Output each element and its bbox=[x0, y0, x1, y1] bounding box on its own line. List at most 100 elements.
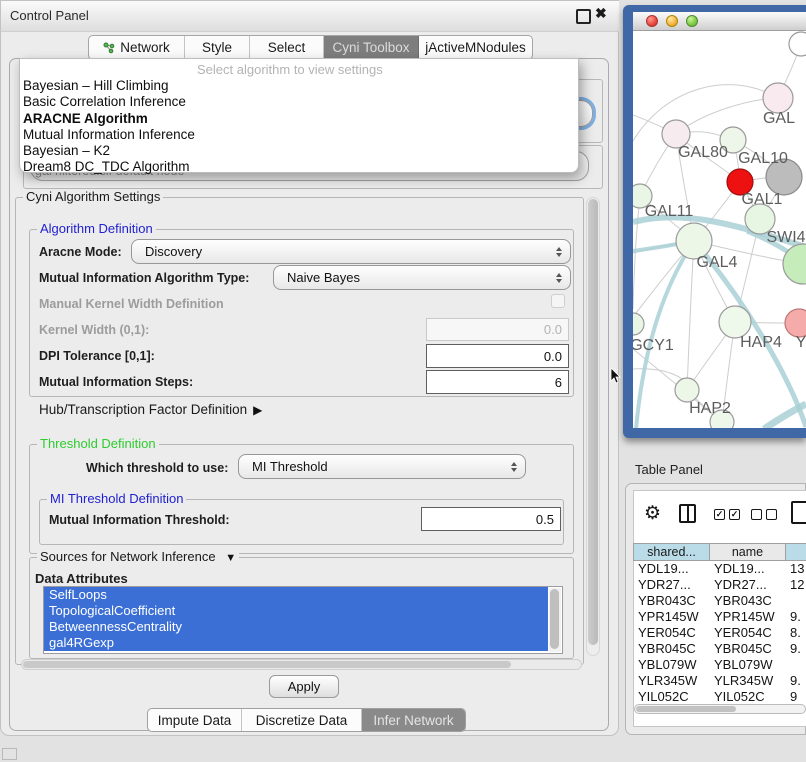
expand-right-icon: ▶ bbox=[253, 403, 262, 417]
network-node-label: GAL4 bbox=[697, 254, 738, 271]
mi-algorithm-type-label: Mutual Information Algorithm Type: bbox=[39, 271, 249, 285]
attribute-list-item[interactable]: TopologicalCoefficient bbox=[44, 603, 548, 619]
table-row[interactable]: YBL079WYBL079W bbox=[633, 657, 806, 673]
table-row[interactable]: YPR145WYPR145W9. bbox=[633, 609, 806, 625]
settings-horizontal-thumb[interactable] bbox=[23, 661, 511, 668]
tab-cyni-toolbox[interactable]: Cyni Toolbox bbox=[324, 36, 419, 59]
mi-algorithm-type-combo[interactable]: Naive Bayes bbox=[273, 265, 571, 290]
table-cell: 9. bbox=[790, 609, 801, 624]
table-horizontal-scrollbar[interactable] bbox=[634, 704, 806, 714]
network-window-titlebar[interactable] bbox=[633, 12, 806, 31]
network-view-window: GALGAL80GAL10GAL1SWI4GAL11GAL4GCY1HAP4YH… bbox=[623, 5, 806, 438]
control-panel-window: Control Panel ✖ Network Style Select bbox=[0, 0, 619, 736]
algorithm-option[interactable]: ARACNE Algorithm bbox=[20, 111, 578, 127]
network-node-label: HAP2 bbox=[689, 400, 731, 417]
network-node-gcy1[interactable] bbox=[633, 313, 644, 335]
network-canvas[interactable]: GALGAL80GAL10GAL1SWI4GAL11GAL4GCY1HAP4YH… bbox=[633, 31, 806, 428]
screen: Control Panel ✖ Network Style Select bbox=[0, 0, 806, 762]
mi-threshold-definition-title: MI Threshold Definition bbox=[47, 492, 186, 505]
algorithm-option[interactable]: Bayesian – K2 bbox=[20, 143, 578, 159]
tab-cyni-toolbox-label: Cyni Toolbox bbox=[332, 40, 409, 55]
tab-network[interactable]: Network bbox=[89, 36, 185, 59]
tab-impute-data[interactable]: Impute Data bbox=[148, 709, 242, 731]
tab-style[interactable]: Style bbox=[185, 36, 250, 59]
column-header-partial[interactable] bbox=[786, 543, 806, 561]
algorithm-option[interactable]: Mutual Information Inference bbox=[20, 127, 578, 143]
cyni-algorithm-settings-title: Cyni Algorithm Settings bbox=[23, 190, 163, 203]
mi-threshold-value: 0.5 bbox=[536, 512, 554, 527]
data-attributes-list[interactable]: SelfLoopsTopologicalCoefficientBetweenne… bbox=[43, 586, 563, 654]
table-row[interactable]: YBR045CYBR045C9. bbox=[633, 641, 806, 657]
manual-kernel-checkbox[interactable] bbox=[551, 294, 565, 308]
unchecked-checkbox-icon[interactable] bbox=[751, 509, 762, 520]
which-threshold-label: Which threshold to use: bbox=[86, 461, 228, 475]
which-threshold-combo[interactable]: MI Threshold bbox=[238, 454, 526, 479]
algorithm-option[interactable]: Bayesian – Hill Climbing bbox=[20, 78, 578, 94]
checked-checkbox-icon[interactable] bbox=[729, 509, 740, 520]
settings-horizontal-scrollbar[interactable] bbox=[21, 659, 582, 670]
table-cell: YIL052C bbox=[714, 689, 765, 703]
expand-down-icon: ▼ bbox=[225, 552, 236, 564]
tab-jactivemnodules[interactable]: jActiveMNodules bbox=[419, 36, 532, 59]
dpi-tolerance-input[interactable]: 0.0 bbox=[426, 344, 569, 368]
network-node-gal[interactable] bbox=[763, 83, 793, 113]
table-cell: 9. bbox=[790, 673, 801, 688]
table-cell: YBL079W bbox=[714, 657, 773, 672]
table-horizontal-thumb[interactable] bbox=[636, 706, 736, 712]
sources-expander[interactable]: Sources for Network Inference ▼ bbox=[37, 550, 239, 565]
column-header-name[interactable]: name bbox=[710, 543, 786, 561]
table-row[interactable]: YDL19...YDL19...13 bbox=[633, 561, 806, 577]
attribute-list-item[interactable]: SelfLoops bbox=[44, 587, 548, 603]
gear-icon[interactable]: ⚙ bbox=[644, 502, 661, 525]
mi-threshold-input[interactable]: 0.5 bbox=[421, 507, 561, 531]
network-node-label: GAL10 bbox=[738, 150, 788, 167]
tab-jactivemnodules-label: jActiveMNodules bbox=[425, 40, 526, 55]
tab-infer-network[interactable]: Infer Network bbox=[362, 709, 465, 731]
algorithm-definition-title: Algorithm Definition bbox=[37, 222, 156, 235]
dock-corner-widget[interactable] bbox=[2, 748, 17, 760]
tab-discretize-data[interactable]: Discretize Data bbox=[242, 709, 362, 731]
table-row[interactable]: YDR27...YDR27...12 bbox=[633, 577, 806, 593]
network-node[interactable] bbox=[789, 32, 806, 56]
minimize-traffic-light-icon[interactable] bbox=[666, 15, 678, 27]
kernel-width-input[interactable]: 0.0 bbox=[426, 318, 569, 341]
dropdown-prompt: Select algorithm to view settings bbox=[197, 62, 383, 77]
settings-vertical-thumb[interactable] bbox=[588, 199, 598, 645]
attribute-list-item[interactable]: BetweennessCentrality bbox=[44, 619, 548, 635]
attribute-list-item[interactable]: gal4RGexp bbox=[44, 635, 548, 651]
table-cell: YPR145W bbox=[638, 609, 699, 624]
mi-steps-input[interactable]: 6 bbox=[426, 370, 569, 394]
close-icon[interactable]: ✖ bbox=[595, 5, 607, 22]
list-scrollbar[interactable] bbox=[549, 588, 561, 652]
zoom-traffic-light-icon[interactable] bbox=[686, 15, 698, 27]
close-traffic-light-icon[interactable] bbox=[646, 15, 658, 27]
columns-icon[interactable] bbox=[679, 504, 696, 523]
table-cell: 9. bbox=[790, 641, 801, 656]
checked-checkbox-icon[interactable] bbox=[714, 509, 725, 520]
control-panel-titlebar[interactable]: Control Panel ✖ bbox=[1, 1, 619, 32]
hub-definition-expander[interactable]: Hub/Transcription Factor Definition▶ bbox=[39, 402, 262, 417]
network-node-y[interactable] bbox=[785, 309, 806, 337]
table-cell: 9 bbox=[790, 689, 797, 703]
algorithm-option[interactable]: Basic Correlation Inference bbox=[20, 94, 578, 110]
settings-vertical-scrollbar[interactable] bbox=[586, 197, 600, 656]
table-cell: YDL19... bbox=[714, 561, 765, 576]
tab-select[interactable]: Select bbox=[250, 36, 324, 59]
network-edge[interactable] bbox=[687, 241, 694, 390]
table-cell: YLR345W bbox=[638, 673, 697, 688]
aracne-mode-combo[interactable]: Discovery bbox=[131, 239, 571, 264]
table-cell: 12 bbox=[790, 577, 804, 592]
table-row[interactable]: YBR043CYBR043C bbox=[633, 593, 806, 609]
apply-button[interactable]: Apply bbox=[269, 675, 339, 698]
table-row[interactable]: YER054CYER054C8. bbox=[633, 625, 806, 641]
network-node-hap2[interactable] bbox=[675, 378, 699, 402]
float-window-icon[interactable] bbox=[576, 9, 591, 24]
document-icon[interactable] bbox=[791, 501, 806, 524]
table-row[interactable]: YLR345WYLR345W9. bbox=[633, 673, 806, 689]
list-scrollbar-thumb[interactable] bbox=[550, 589, 559, 649]
column-header-shared[interactable]: shared... bbox=[633, 543, 710, 561]
network-icon bbox=[103, 42, 115, 54]
table-row[interactable]: YIL052CYIL052C9 bbox=[633, 689, 806, 703]
unchecked-checkbox-icon[interactable] bbox=[766, 509, 777, 520]
algorithm-option[interactable]: Dream8 DC_TDC Algorithm bbox=[20, 159, 578, 175]
